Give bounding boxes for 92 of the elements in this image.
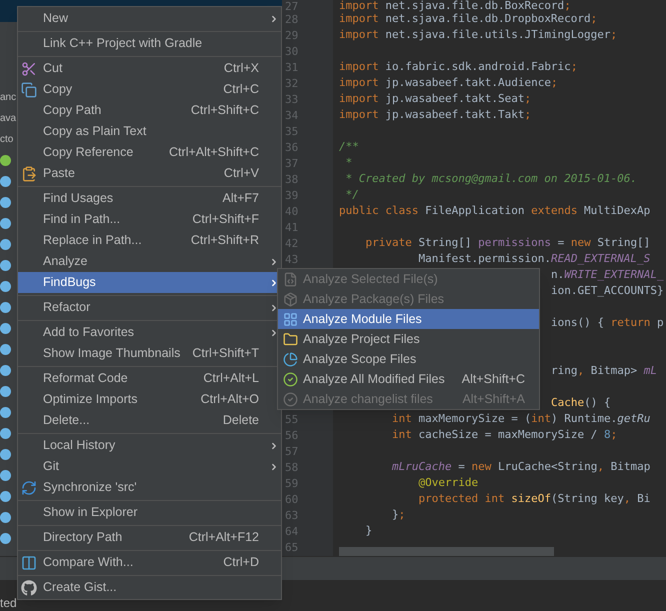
tree-item-label: cto: [0, 133, 14, 147]
menu-item[interactable]: Copy Path Ctrl+Shift+C: [18, 100, 281, 121]
grid-icon: [283, 312, 298, 326]
menu-item[interactable]: Synchronize 'src': [18, 477, 281, 498]
code-line: /**: [339, 140, 359, 153]
code-line: *: [344, 156, 352, 169]
menu-item[interactable]: Analyze All Modified Files Alt+Shift+C: [278, 369, 539, 389]
menu-item[interactable]: Refactor: [18, 297, 281, 318]
menu-item[interactable]: Copy Reference Ctrl+Alt+Shift+C: [18, 142, 281, 163]
scissors-icon: [21, 60, 37, 76]
code-line: int cacheSize = maxMemorySize / 8;: [392, 428, 618, 441]
code-line: */: [344, 188, 359, 201]
class-icon: [0, 512, 11, 523]
code-line: * Created by mcsong@gmail.com on 2015-01-06.: [344, 172, 638, 185]
menu-item[interactable]: Find Usages Alt+F7: [18, 188, 281, 209]
interface-icon: [0, 155, 11, 166]
class-icon: [0, 302, 11, 313]
code-line: public class FileApplication extends MultiDexAp: [339, 204, 650, 217]
menu-item[interactable]: Show in Explorer: [18, 502, 281, 523]
horizontal-scrollbar[interactable]: [339, 547, 554, 556]
tree-item-label: ava: [0, 112, 16, 126]
folder-icon: [283, 332, 298, 346]
code-line: protected int sizeOf(String key, Bi: [418, 492, 650, 505]
copy-icon: [21, 82, 37, 98]
code-line: };: [392, 508, 406, 521]
pie-chart-icon: [283, 352, 298, 366]
code-line: import jp.wasabeef.takt.Seat;: [339, 92, 532, 105]
menu-item[interactable]: Replace in Path... Ctrl+Shift+R: [18, 230, 281, 251]
code-line: ions() { return p: [551, 316, 664, 329]
menu-item[interactable]: Delete... Delete: [18, 410, 281, 431]
code-line: mLruCache = new LruCache<String, Bitmap: [392, 460, 650, 473]
class-icon: [0, 176, 11, 187]
check-circle-icon: [283, 372, 298, 386]
check-circle-icon: [283, 392, 298, 406]
class-icon: [0, 491, 11, 502]
menu-item[interactable]: Copy as Plain Text: [18, 121, 281, 142]
class-icon: [0, 470, 11, 481]
code-line: @Override: [418, 476, 478, 489]
code-line: private String[] permissions = new String[]: [366, 236, 650, 249]
menu-item[interactable]: Find in Path... Ctrl+Shift+F: [18, 209, 281, 230]
class-icon: [0, 386, 11, 397]
package-icon: [283, 292, 298, 306]
class-icon: [0, 281, 11, 292]
status-text: ted: [0, 596, 17, 610]
class-icon: [0, 323, 11, 334]
sync-icon: [21, 480, 37, 496]
menu-item[interactable]: Compare With... Ctrl+D: [18, 552, 281, 573]
class-icon: [0, 197, 11, 208]
code-line: int maxMemorySize = (int) Runtime.getRu: [392, 412, 650, 425]
menu-item[interactable]: Analyze: [18, 251, 281, 272]
class-icon: [0, 365, 11, 376]
code-line: }: [366, 524, 372, 537]
class-icon: [0, 218, 11, 229]
class-icon: [0, 407, 11, 418]
menu-item[interactable]: Git: [18, 456, 281, 477]
code-line: import jp.wasabeef.takt.Takt;: [339, 108, 532, 121]
class-icon: [0, 428, 11, 439]
menu-item[interactable]: Add to Favorites: [18, 322, 281, 343]
menu-item[interactable]: Local History: [18, 435, 281, 456]
code-line: import net.sjava.file.db.DropboxRecord;: [339, 12, 598, 25]
code-line: ion.GET_ACCOUNTS}: [551, 284, 664, 297]
code-line: ring, Bitmap> mL: [551, 364, 657, 377]
menu-item[interactable]: Link C++ Project with Gradle: [18, 33, 281, 54]
menu-item[interactable]: Optimize Imports Ctrl+Alt+O: [18, 389, 281, 410]
class-icon: [0, 344, 11, 355]
class-icon: [0, 449, 11, 460]
menu-item[interactable]: Show Image Thumbnails Ctrl+Shift+T: [18, 343, 281, 364]
cat-icon: [21, 580, 37, 596]
code-line: import net.sjava.file.utils.JTimingLogger;: [339, 28, 618, 41]
class-icon: [0, 533, 11, 544]
menu-item[interactable]: Paste Ctrl+V: [18, 163, 281, 184]
code-line: n.WRITE_EXTERNAL_: [551, 268, 664, 281]
code-line: Manifest.permission.READ_EXTERNAL_S: [418, 252, 650, 265]
file-icon: [283, 272, 298, 286]
code-line: Cache() {: [551, 396, 611, 409]
tree-item-label: anc: [0, 91, 16, 105]
menu-item[interactable]: Reformat Code Ctrl+Alt+L: [18, 368, 281, 389]
menu-item[interactable]: Analyze Project Files: [278, 329, 539, 349]
class-icon: [0, 239, 11, 250]
columns-icon: [21, 554, 37, 570]
clipboard-icon: [21, 166, 37, 182]
menu-item[interactable]: Create Gist...: [18, 577, 281, 598]
menu-item[interactable]: Copy Ctrl+C: [18, 79, 281, 100]
class-icon: [0, 260, 11, 271]
menu-item[interactable]: Analyze Module Files: [278, 309, 539, 329]
menu-item[interactable]: Analyze Scope Files: [278, 349, 539, 369]
code-line: import jp.wasabeef.takt.Audience;: [339, 76, 558, 89]
menu-item[interactable]: Cut Ctrl+X: [18, 58, 281, 79]
code-line: import net.sjava.file.db.BoxRecord;: [339, 0, 571, 12]
code-line: import io.fabric.sdk.android.Fabric;: [339, 60, 578, 73]
menu-item[interactable]: Directory Path Ctrl+Alt+F12: [18, 527, 281, 548]
menu-item[interactable]: New: [18, 8, 281, 29]
